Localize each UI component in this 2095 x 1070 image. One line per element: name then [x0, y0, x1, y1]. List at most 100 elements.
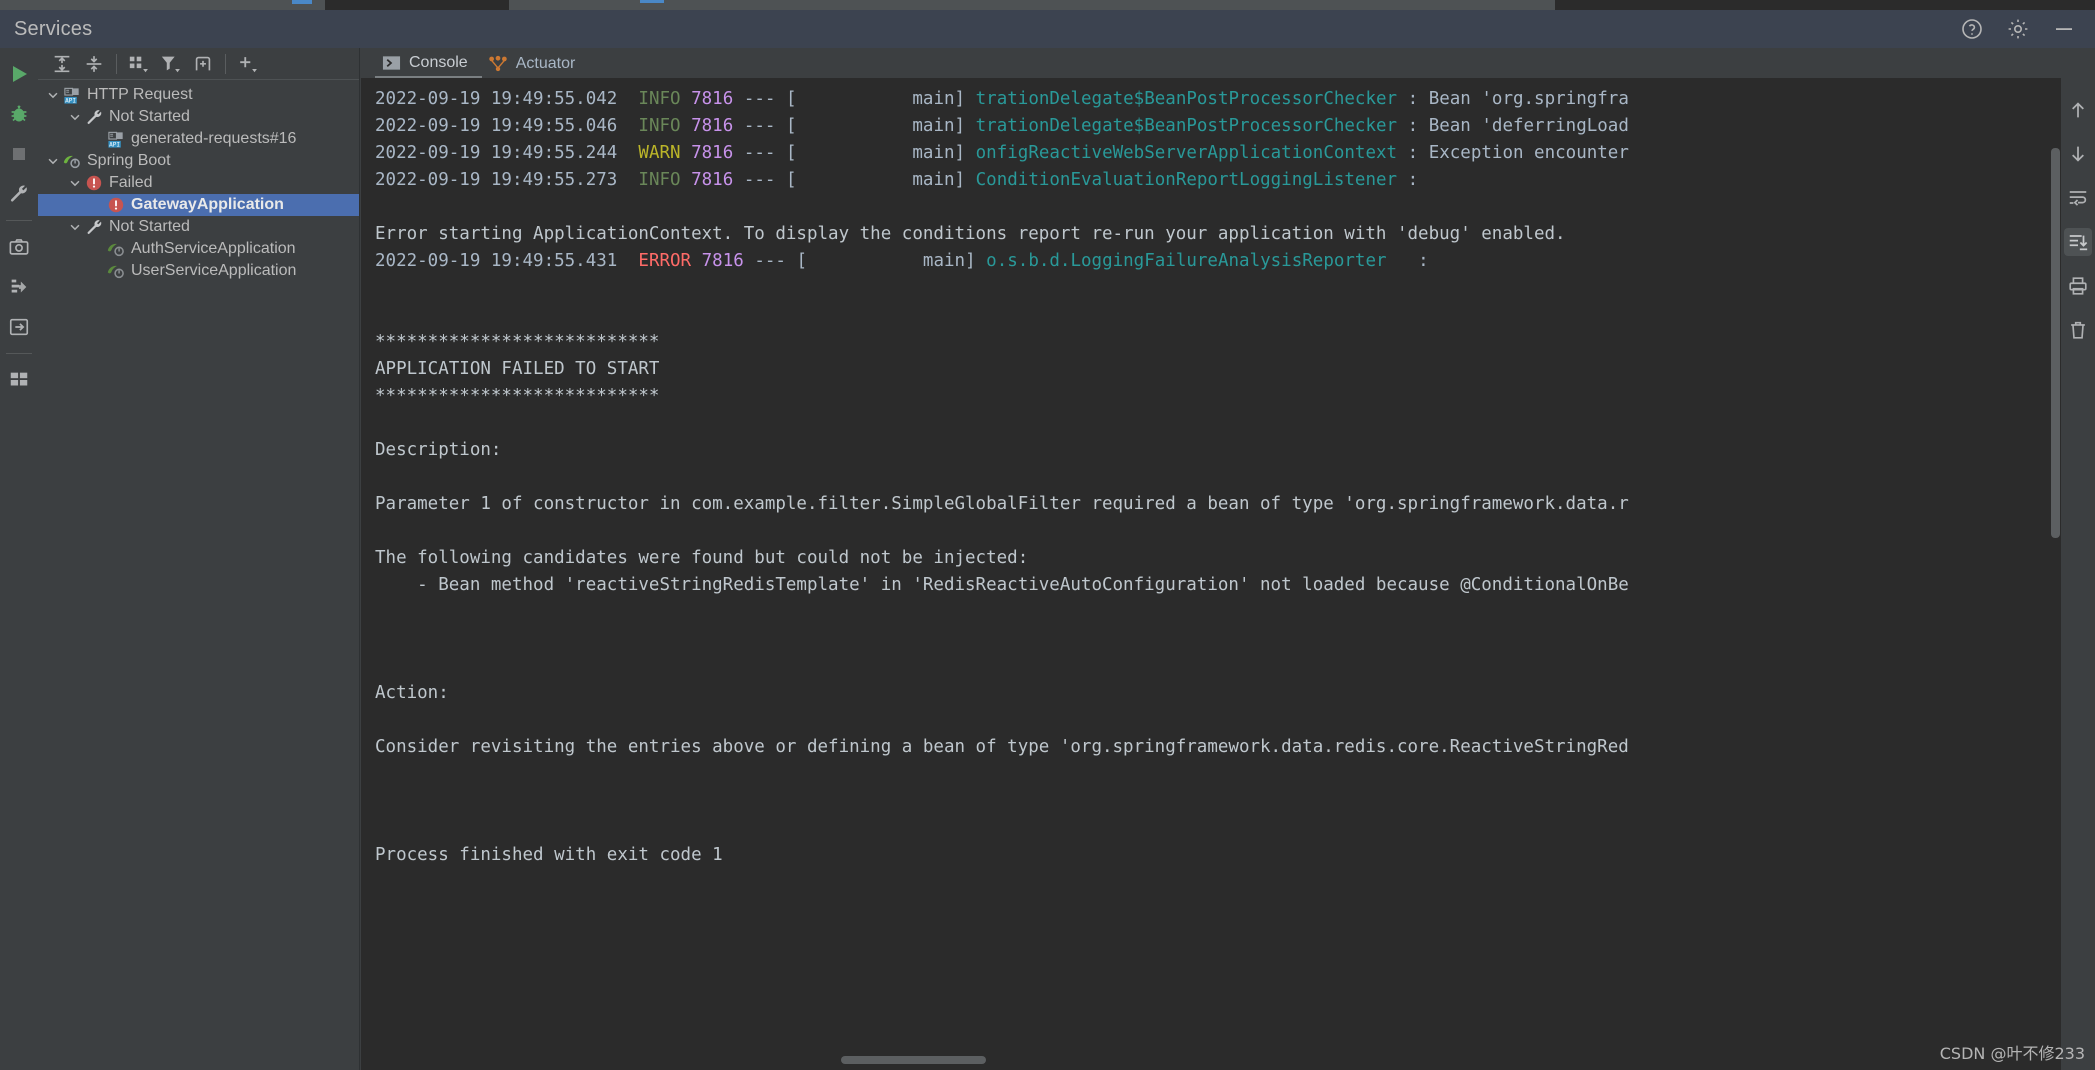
log-pid: 7816: [691, 116, 734, 136]
log-logger: trationDelegate$BeanPostProcessorChecker: [975, 116, 1398, 136]
log-separator: ---: [743, 116, 776, 136]
wrench-icon: [84, 217, 104, 237]
api-icon: API: [62, 85, 82, 105]
editor-tabs-strip: [0, 0, 2095, 10]
chevron-down-icon[interactable]: [44, 152, 62, 170]
tree-node-gatewayapplication[interactable]: GatewayApplication: [38, 194, 359, 216]
log-separator: ---: [754, 251, 786, 271]
console-text: The following candidates were found but …: [375, 548, 1029, 568]
log-timestamp: 2022-09-19 19:49:55.042: [375, 89, 618, 109]
scroll-up-icon[interactable]: [2064, 96, 2092, 124]
chevron-down-icon[interactable]: [66, 174, 84, 192]
log-message: Bean 'deferringLoad: [1428, 116, 1629, 136]
toolbar-divider-1: [116, 53, 117, 74]
wrench-icon: [84, 107, 104, 127]
print-icon[interactable]: [2064, 272, 2092, 300]
tree-node-authserviceapplication[interactable]: AuthServiceApplication: [38, 238, 359, 260]
log-colon: :: [1397, 89, 1429, 109]
chevron-down-icon[interactable]: [44, 86, 62, 104]
svg-text:API: API: [109, 141, 120, 148]
actuator-icon: [488, 55, 508, 73]
log-level: INFO: [638, 170, 681, 190]
tree-toolbar: [38, 48, 359, 80]
spring-icon: [62, 151, 82, 171]
tree-node-http-request[interactable]: API HTTP Request: [38, 84, 359, 106]
page-title: Services: [14, 17, 93, 40]
console-line: 2022-09-19 19:49:55.273 INFO 7816 --- [ …: [375, 167, 2061, 194]
log-message: Exception encounter: [1428, 143, 1629, 163]
console-line: 2022-09-19 19:49:55.431 ERROR 7816 --- […: [375, 248, 2061, 275]
console-text: Consider revisiting the entries above or…: [375, 737, 1629, 757]
console-text: Process finished with exit code 1: [375, 845, 723, 865]
tree-node-failed[interactable]: Failed: [38, 172, 359, 194]
log-level: WARN: [638, 143, 681, 163]
log-colon: :: [1397, 143, 1429, 163]
tree-node-label: generated-requests#16: [131, 130, 297, 147]
chevron-down-icon[interactable]: [66, 108, 84, 126]
tab-console[interactable]: Console: [375, 49, 482, 78]
log-logger: o.s.b.d.LoggingFailureAnalysisReporter: [986, 251, 1387, 271]
console-vertical-scrollbar[interactable]: [2051, 148, 2060, 538]
tree-node-not-started[interactable]: Not Started: [38, 106, 359, 128]
log-thread: [ main]: [796, 251, 976, 271]
console-gutter-toolbar: [2061, 78, 2095, 1070]
stop-icon[interactable]: [2, 134, 36, 174]
console-text: Parameter 1 of constructor in com.exampl…: [375, 494, 1629, 514]
tree-node-not-started[interactable]: Not Started: [38, 216, 359, 238]
run-icon[interactable]: [2, 54, 36, 94]
tree-node-generated-requests-16[interactable]: API generated-requests#16: [38, 128, 359, 150]
error-icon: [106, 195, 126, 215]
log-timestamp: 2022-09-19 19:49:55.244: [375, 143, 618, 163]
camera-icon[interactable]: [2, 227, 36, 267]
services-tool-window: Services API HTTP Request Not Started AP…: [0, 0, 2095, 1070]
filter-icon[interactable]: [155, 49, 187, 79]
console-line: ***************************: [375, 383, 2061, 410]
settings-gear-icon[interactable]: [2005, 16, 2031, 42]
log-separator: ---: [743, 89, 776, 109]
console-icon: [381, 54, 401, 72]
add-service-icon[interactable]: [232, 49, 264, 79]
log-colon: :: [1397, 170, 1429, 190]
console-horizontal-scrollbar[interactable]: [841, 1056, 986, 1064]
console-line: - Bean method 'reactiveStringRedisTempla…: [375, 572, 2061, 599]
minimize-icon[interactable]: [2051, 16, 2077, 42]
collapse-all-icon[interactable]: [78, 49, 110, 79]
add-tab-icon[interactable]: [187, 49, 219, 79]
help-icon[interactable]: [1959, 16, 1985, 42]
dashboard-icon[interactable]: [2, 360, 36, 400]
console-text: ***************************: [375, 332, 660, 352]
open-in-icon[interactable]: [2, 307, 36, 347]
console-line: The following candidates were found but …: [375, 545, 2061, 572]
error-icon: [84, 173, 104, 193]
console-output[interactable]: 2022-09-19 19:49:55.042 INFO 7816 --- [ …: [361, 78, 2061, 1070]
scroll-down-icon[interactable]: [2064, 140, 2092, 168]
chevron-down-icon[interactable]: [66, 218, 84, 236]
settings-wrench-icon[interactable]: [2, 174, 36, 214]
console-panel: Console Actuator 2022-09-19 19:49:55.042 …: [361, 48, 2095, 1070]
tree-node-label: Failed: [109, 174, 153, 191]
services-tree: API HTTP Request Not Started API generated-r…: [38, 80, 359, 282]
log-thread: [ main]: [785, 89, 966, 109]
group-by-icon[interactable]: [123, 49, 155, 79]
log-logger: trationDelegate$BeanPostProcessorChecker: [975, 89, 1398, 109]
tab-actuator[interactable]: Actuator: [482, 49, 590, 78]
tree-node-userserviceapplication[interactable]: UserServiceApplication: [38, 260, 359, 282]
trash-icon[interactable]: [2064, 316, 2092, 344]
console-line: 2022-09-19 19:49:55.046 INFO 7816 --- [ …: [375, 113, 2061, 140]
log-colon: :: [1386, 251, 1440, 271]
expand-all-icon[interactable]: [46, 49, 78, 79]
tree-node-spring-boot[interactable]: Spring Boot: [38, 150, 359, 172]
scroll-to-end-icon[interactable]: [2064, 228, 2092, 256]
log-message: Bean 'org.springfra: [1428, 89, 1629, 109]
spring-gray-icon: [106, 261, 126, 281]
tab-label: Console: [409, 53, 468, 71]
tree-node-label: AuthServiceApplication: [131, 240, 296, 257]
tool-strip-divider-2: [6, 353, 32, 354]
console-line: Error starting ApplicationContext. To di…: [375, 221, 2061, 248]
soft-wrap-icon[interactable]: [2064, 184, 2092, 212]
debug-icon[interactable]: [2, 94, 36, 134]
profiler-icon[interactable]: [2, 267, 36, 307]
